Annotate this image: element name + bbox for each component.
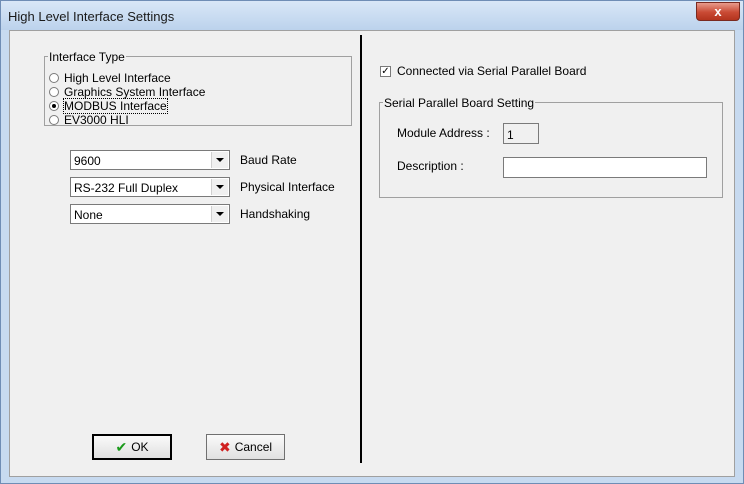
handshaking-select[interactable]: None [70, 204, 230, 224]
radio-button[interactable] [49, 100, 59, 111]
handshaking-label: Handshaking [240, 207, 311, 221]
cancel-button[interactable]: ✖ Cancel [206, 434, 285, 460]
module-address-value: 1 [507, 128, 514, 142]
radio-high-level-interface[interactable]: High Level Interface [49, 70, 171, 85]
ok-button[interactable]: ✔ OK [92, 434, 172, 460]
dialog-window: High Level Interface Settings x Interfac… [0, 0, 744, 484]
close-icon: x [714, 4, 722, 19]
cancel-label: Cancel [234, 440, 273, 454]
radio-button[interactable] [49, 114, 59, 125]
close-button[interactable]: x [696, 2, 740, 21]
vertical-divider [360, 35, 362, 463]
radio-label: High Level Interface [64, 70, 171, 85]
physical-interface-label: Physical Interface [240, 180, 335, 194]
connected-checkbox-row[interactable]: ✓ Connected via Serial Parallel Board [380, 64, 586, 78]
module-address-label: Module Address : [397, 126, 490, 140]
physical-interface-value: RS-232 Full Duplex [74, 181, 179, 195]
description-label: Description : [397, 159, 464, 173]
x-icon: ✖ [218, 439, 231, 455]
title-bar[interactable]: High Level Interface Settings x [1, 1, 743, 30]
radio-modbus-interface[interactable]: MODBUS Interface [49, 97, 168, 114]
serial-parallel-group: Serial Parallel Board Setting Module Add… [379, 96, 723, 198]
radio-button[interactable] [49, 72, 59, 83]
window-title: High Level Interface Settings [8, 9, 175, 24]
chevron-down-icon[interactable] [211, 179, 228, 195]
module-address-field: 1 [503, 123, 539, 144]
chevron-down-icon[interactable] [211, 152, 228, 168]
radio-label: Graphics System Interface [64, 84, 206, 99]
radio-label: EV3000 HLI [64, 112, 129, 127]
serial-parallel-legend: Serial Parallel Board Setting [383, 96, 536, 110]
radio-button[interactable] [49, 86, 59, 97]
radio-ev3000-hli[interactable]: EV3000 HLI [49, 112, 129, 127]
baud-rate-value: 9600 [74, 154, 101, 168]
connected-checkbox[interactable]: ✓ [380, 65, 391, 77]
ok-label: OK [131, 440, 149, 454]
check-icon: ✔ [115, 439, 128, 455]
radio-graphics-system-interface[interactable]: Graphics System Interface [49, 84, 206, 99]
dialog-client-area: Interface Type High Level Interface Grap… [9, 30, 735, 477]
interface-type-group: Interface Type High Level Interface Grap… [44, 50, 352, 127]
radio-label: MODBUS Interface [63, 97, 168, 114]
baud-rate-select[interactable]: 9600 [70, 150, 230, 170]
physical-interface-select[interactable]: RS-232 Full Duplex [70, 177, 230, 197]
handshaking-value: None [74, 208, 103, 222]
description-field[interactable] [503, 157, 707, 178]
connected-label: Connected via Serial Parallel Board [397, 64, 587, 78]
interface-type-legend: Interface Type [48, 50, 126, 64]
baud-rate-label: Baud Rate [240, 153, 297, 167]
chevron-down-icon[interactable] [211, 206, 228, 222]
